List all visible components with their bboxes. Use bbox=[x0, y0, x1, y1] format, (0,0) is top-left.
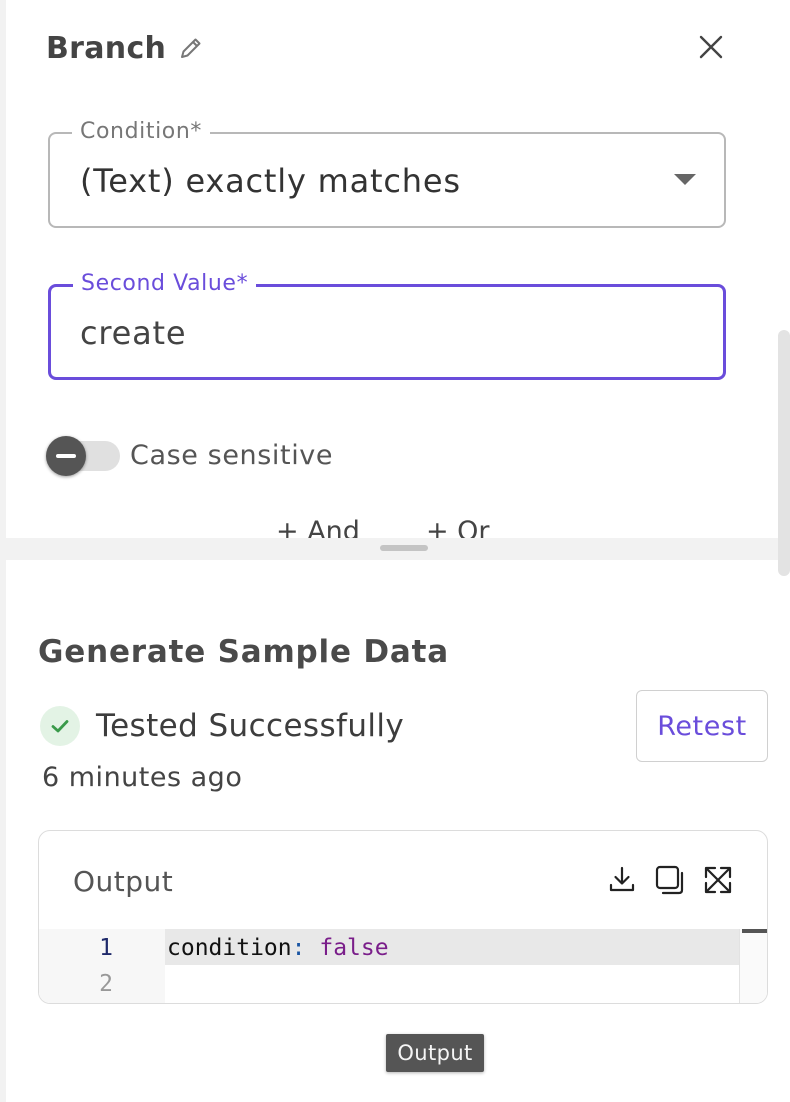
tested-timestamp: 6 minutes ago bbox=[42, 762, 243, 793]
title-row: Branch bbox=[46, 28, 204, 68]
code-line: condition: false bbox=[167, 935, 389, 961]
case-sensitive-row: Case sensitive bbox=[46, 435, 334, 476]
add-and-button[interactable]: + And bbox=[276, 516, 360, 538]
sample-data-title: Generate Sample Data bbox=[38, 634, 449, 670]
branch-settings-panel: Branch Condition* (Text) exactly matches… bbox=[6, 0, 790, 538]
test-status: Tested Successfully bbox=[40, 706, 404, 746]
panel-title: Branch bbox=[46, 30, 167, 66]
condition-select[interactable]: Condition* (Text) exactly matches bbox=[48, 119, 726, 228]
second-value-label: Second Value* bbox=[73, 271, 257, 296]
case-sensitive-label: Case sensitive bbox=[130, 440, 334, 471]
toggle-thumb[interactable] bbox=[46, 435, 86, 476]
line-gutter: 1 2 bbox=[39, 929, 165, 1003]
code-scrollbar-thumb[interactable] bbox=[742, 929, 767, 933]
retest-button[interactable]: Retest bbox=[636, 690, 768, 762]
logic-buttons: + And + Or bbox=[276, 516, 556, 538]
condition-label: Condition* bbox=[72, 119, 210, 144]
second-value-input[interactable]: Second Value* create bbox=[48, 271, 726, 380]
line-number: 2 bbox=[99, 971, 113, 997]
scrollbar-thumb[interactable] bbox=[778, 330, 790, 576]
output-tooltip: Output bbox=[386, 1034, 484, 1072]
copy-icon[interactable] bbox=[653, 863, 687, 897]
chevron-down-icon[interactable] bbox=[674, 174, 696, 185]
condition-value: (Text) exactly matches bbox=[80, 162, 461, 200]
output-title: Output bbox=[73, 865, 174, 898]
panel-splitter bbox=[6, 538, 790, 560]
splitter-handle[interactable] bbox=[380, 545, 428, 551]
second-value-text[interactable]: create bbox=[80, 314, 186, 352]
output-panel: Output 1 2 condition: false bbox=[38, 830, 768, 1004]
add-or-button[interactable]: + Or bbox=[426, 516, 490, 538]
code-colon: : bbox=[291, 935, 306, 961]
download-icon[interactable] bbox=[605, 863, 639, 897]
check-circle-icon bbox=[40, 706, 80, 746]
expand-icon[interactable] bbox=[701, 863, 735, 897]
code-viewer[interactable]: 1 2 condition: false bbox=[39, 929, 767, 1003]
code-scrollbar[interactable] bbox=[739, 929, 767, 1003]
line-number: 1 bbox=[99, 935, 113, 961]
code-value: false bbox=[319, 935, 389, 961]
case-sensitive-toggle[interactable] bbox=[46, 435, 120, 476]
status-text: Tested Successfully bbox=[96, 708, 405, 744]
close-icon[interactable] bbox=[696, 32, 726, 62]
pencil-icon[interactable] bbox=[178, 35, 204, 61]
code-key: condition bbox=[167, 935, 292, 961]
